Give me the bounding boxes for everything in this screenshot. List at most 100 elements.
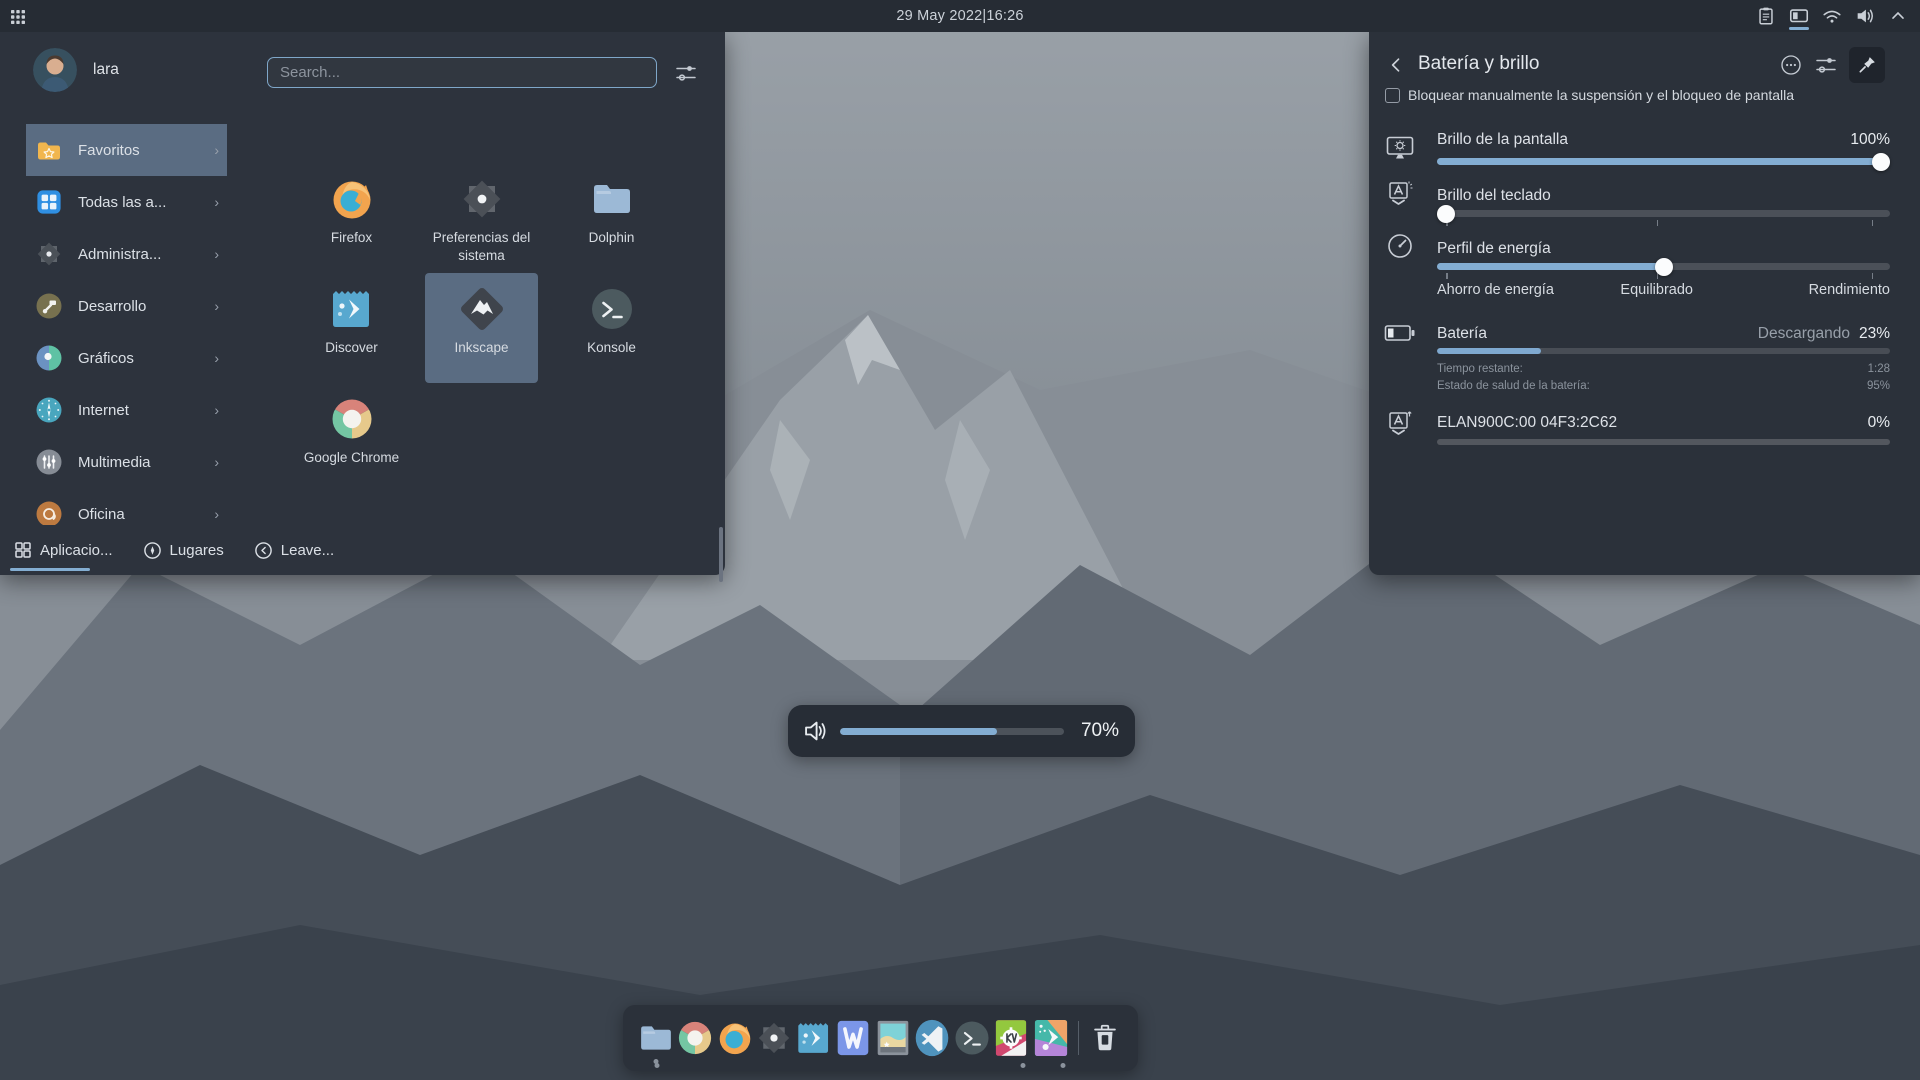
back-button[interactable]	[1383, 52, 1409, 78]
panel-title: Batería y brillo	[1418, 53, 1539, 75]
option-rendimiento[interactable]: Rendimiento	[1809, 282, 1890, 298]
battery-label: Batería	[1437, 325, 1487, 343]
running-indicator	[655, 1063, 660, 1068]
writer-icon	[835, 1019, 871, 1057]
top-panel: 29 May 2022|16:26	[0, 0, 1920, 32]
category-label: Oficina	[78, 506, 199, 523]
sidebar-item-internet[interactable]: Internet ›	[26, 384, 227, 436]
dock-item-vscode[interactable]	[913, 1013, 953, 1063]
leave-icon	[254, 541, 273, 560]
tab-label: Lugares	[170, 542, 224, 559]
slider-handle[interactable]	[1437, 205, 1455, 223]
sidebar-item-multimedia[interactable]: Multimedia ›	[26, 436, 227, 488]
konsole-icon	[589, 286, 635, 332]
sidebar-item-administracion[interactable]: Administra... ›	[26, 228, 227, 280]
option-ahorro[interactable]: Ahorro de energía	[1437, 282, 1554, 298]
launcher-tabbar: Aplicacio... Lugares Leave...	[0, 525, 725, 575]
app-discover[interactable]: Discover	[295, 273, 408, 383]
app-label: Inkscape	[454, 339, 508, 357]
app-inkscape[interactable]: Inkscape	[425, 273, 538, 383]
dock-item-krita[interactable]	[1031, 1013, 1071, 1063]
user-name: lara	[93, 61, 119, 79]
clipboard-icon[interactable]	[1754, 4, 1778, 28]
battery-progressbar	[1437, 348, 1890, 354]
app-konsole[interactable]: Konsole	[555, 273, 668, 383]
volume-icon[interactable]	[1853, 4, 1877, 28]
option-equilibrado[interactable]: Equilibrado	[1620, 282, 1693, 298]
lock-suspend-checkbox[interactable]	[1385, 88, 1400, 103]
tab-aplicaciones[interactable]: Aplicacio...	[12, 541, 115, 559]
slider-handle[interactable]	[1655, 258, 1673, 276]
category-label: Todas las a...	[78, 194, 199, 211]
screen-brightness-label: Brillo de la pantalla	[1437, 131, 1568, 149]
configure-sliders-icon[interactable]	[1812, 51, 1840, 79]
chevron-right-icon: ›	[214, 454, 219, 470]
dock-item-dolphin[interactable]	[636, 1013, 676, 1063]
pin-button-active[interactable]	[1849, 47, 1885, 83]
administration-icon	[35, 240, 63, 268]
dock-item-trash[interactable]	[1085, 1013, 1125, 1063]
sidebar-item-desarrollo[interactable]: Desarrollo ›	[26, 280, 227, 332]
sidebar-item-todas[interactable]: Todas las a... ›	[26, 176, 227, 228]
dock-item-konsole[interactable]	[952, 1013, 992, 1063]
clock[interactable]: 29 May 2022|16:26	[896, 0, 1023, 32]
screen-brightness-slider[interactable]	[1437, 158, 1890, 165]
speaker-icon	[802, 717, 830, 745]
system-tray	[1754, 0, 1910, 32]
development-icon	[35, 292, 63, 320]
tab-label: Aplicacio...	[40, 542, 113, 559]
app-label: Dolphin	[589, 229, 635, 247]
chevron-right-icon: ›	[214, 350, 219, 366]
dock-item-discover[interactable]	[794, 1013, 834, 1063]
konsole-icon	[953, 1019, 991, 1057]
app-google-chrome[interactable]: Google Chrome	[295, 383, 408, 493]
lock-suspend-label: Bloquear manualmente la suspensión y el …	[1408, 87, 1794, 103]
wifi-icon[interactable]	[1820, 4, 1844, 28]
dock-item-system-settings[interactable]	[755, 1013, 795, 1063]
app-label: Konsole	[587, 339, 636, 357]
internet-icon	[35, 396, 63, 424]
expand-tray-icon[interactable]	[1886, 4, 1910, 28]
sidebar-item-graficos[interactable]: Gráficos ›	[26, 332, 227, 384]
keyboard-device-progressbar	[1437, 439, 1890, 445]
category-label: Desarrollo	[78, 298, 199, 315]
inkscape-icon	[459, 286, 505, 332]
tab-lugares[interactable]: Lugares	[141, 541, 226, 560]
sidebar-item-oficina[interactable]: Oficina ›	[26, 488, 227, 525]
app-dolphin[interactable]: Dolphin	[555, 163, 668, 273]
dock-item-writer[interactable]	[834, 1013, 874, 1063]
leave-button[interactable]: Leave...	[252, 541, 336, 560]
slider-handle[interactable]	[1872, 153, 1890, 171]
app-label: Firefox	[331, 229, 372, 247]
dock-item-google-chrome[interactable]	[676, 1013, 716, 1063]
system-settings-icon	[755, 1019, 793, 1057]
app-preferencias-del-sistema[interactable]: Preferencias del sistema	[425, 163, 538, 273]
keyboard-brightness-slider[interactable]	[1437, 210, 1890, 217]
leave-label: Leave...	[281, 542, 334, 559]
krita-icon	[1033, 1019, 1069, 1057]
desktop: 29 May 2022|16:26	[0, 0, 1920, 1080]
firefox-icon	[329, 176, 375, 222]
dock	[623, 1005, 1138, 1071]
user-row[interactable]: lara	[33, 48, 119, 92]
sidebar-item-favoritos[interactable]: Favoritos ›	[26, 124, 227, 176]
search-input[interactable]	[267, 57, 657, 88]
app-firefox[interactable]: Firefox	[295, 163, 408, 273]
volume-osd: 70%	[788, 705, 1135, 757]
dock-item-firefox[interactable]	[715, 1013, 755, 1063]
office-icon	[35, 500, 63, 525]
emoji-circle-icon[interactable]	[1777, 51, 1805, 79]
screen-brightness-value: 100%	[1850, 131, 1890, 149]
dolphin-icon	[637, 1019, 675, 1057]
configure-sliders-icon[interactable]	[673, 61, 699, 85]
image-viewer-icon	[875, 1019, 911, 1057]
app-launcher-icon[interactable]	[8, 7, 28, 27]
dock-item-kdenlive[interactable]	[992, 1013, 1032, 1063]
pin-icon	[1856, 54, 1878, 76]
keyboard-device-icon	[1383, 409, 1417, 439]
power-profile-slider[interactable]	[1437, 263, 1890, 270]
dock-item-image-viewer[interactable]	[873, 1013, 913, 1063]
display-brightness-icon[interactable]	[1787, 4, 1811, 28]
running-indicator	[1021, 1063, 1026, 1068]
dolphin-icon	[589, 176, 635, 222]
